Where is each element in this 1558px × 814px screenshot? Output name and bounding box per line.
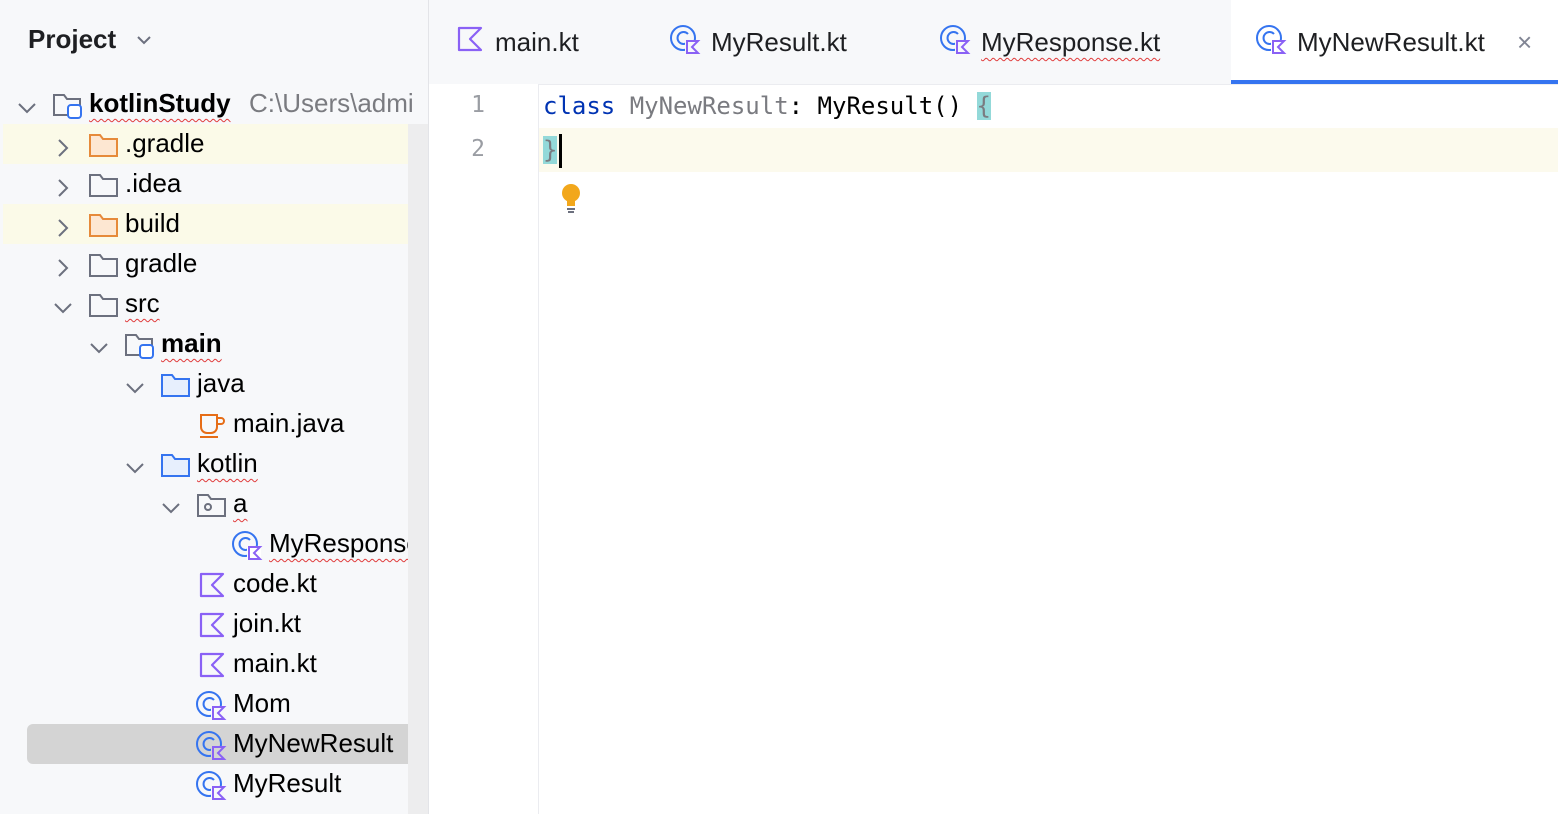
tree-item-build[interactable]: build xyxy=(3,204,408,244)
tree-item-label: src xyxy=(125,288,160,318)
class-name: MyNewResult xyxy=(629,92,789,120)
tab-label: MyResponse.kt xyxy=(981,27,1161,57)
lightbulb-icon[interactable] xyxy=(560,182,582,219)
tab-mynewresult-kt[interactable]: MyNewResult.kt × xyxy=(1231,0,1558,84)
source-folder-icon xyxy=(159,450,193,487)
tab-label: main.kt xyxy=(495,27,579,57)
tree-item-path: C:\Users\admi xyxy=(249,88,414,118)
java-file-icon xyxy=(197,410,227,447)
tree-item-java[interactable]: java xyxy=(3,364,408,404)
chevron-down-icon[interactable] xyxy=(53,294,73,325)
chevron-down-icon[interactable] xyxy=(125,454,145,485)
tree-item-myresult[interactable]: MyResult xyxy=(3,764,408,804)
tree-item-main-java[interactable]: main.java xyxy=(3,404,408,444)
tree-item-label: MyResponse xyxy=(269,528,421,558)
tree-item-mom[interactable]: Mom xyxy=(3,684,408,724)
chevron-right-icon[interactable] xyxy=(53,254,73,285)
tab-label: MyResult.kt xyxy=(711,27,847,57)
line-number: 1 xyxy=(471,92,485,118)
chevron-right-icon[interactable] xyxy=(53,134,73,165)
tab-myresult-kt[interactable]: MyResult.kt xyxy=(649,0,919,84)
kotlin-class-icon xyxy=(669,24,701,61)
tree-item-label: .idea xyxy=(125,168,182,198)
brace-open: { xyxy=(976,92,991,120)
tree-item-code-kt[interactable]: code.kt xyxy=(3,564,408,604)
folder-icon xyxy=(87,250,121,287)
kotlin-file-icon xyxy=(197,570,227,607)
tree-item-label: code.kt xyxy=(233,568,317,598)
project-panel-title[interactable]: Project xyxy=(28,24,116,55)
kotlin-file-icon xyxy=(197,650,227,687)
tree-item-kotlin[interactable]: kotlin xyxy=(3,444,408,484)
folder-icon xyxy=(87,290,121,327)
kotlin-class-icon xyxy=(1255,24,1287,61)
project-panel: Project kotlinStudy C:\Users\admi .gradl… xyxy=(0,0,429,814)
tree-item-mynewresult[interactable]: MyNewResult xyxy=(27,724,417,764)
chevron-down-icon[interactable] xyxy=(125,374,145,405)
kotlin-class-icon xyxy=(939,24,971,61)
chevron-down-icon[interactable] xyxy=(161,494,181,525)
package-icon xyxy=(195,490,229,527)
tree-item-kotlinstudy[interactable]: kotlinStudy C:\Users\admi xyxy=(3,84,414,127)
tree-item-label: MyNewResult xyxy=(233,728,394,758)
tree-item-gradle[interactable]: gradle xyxy=(3,244,408,284)
project-panel-header: Project xyxy=(0,0,428,84)
tree-item-label: join.kt xyxy=(233,608,301,638)
tree-item-package-a[interactable]: a xyxy=(3,484,408,524)
module-folder-icon xyxy=(51,90,85,127)
tree-item-label: java xyxy=(197,368,245,398)
text-caret xyxy=(559,134,562,168)
editor-tab-bar: main.kt MyResult.kt MyResponse.kt MyNewR… xyxy=(429,0,1558,85)
tree-item-label: a xyxy=(233,488,248,518)
line-number-gutter[interactable]: 1 2 xyxy=(429,84,539,814)
folder-icon xyxy=(87,170,121,207)
module-folder-icon xyxy=(123,330,157,367)
tree-item-label: build xyxy=(125,208,180,238)
project-panel-scrollbar[interactable] xyxy=(408,124,428,814)
brace-close: } xyxy=(543,136,558,164)
excluded-folder-icon xyxy=(87,130,121,167)
keyword-class: class xyxy=(543,92,616,120)
tree-item-src[interactable]: src xyxy=(3,284,408,324)
tree-item-label: main.java xyxy=(233,408,345,438)
line-number: 2 xyxy=(471,136,485,162)
tree-item-label: gradle xyxy=(125,248,198,278)
tree-item-label: MyResult xyxy=(233,768,342,798)
source-folder-icon xyxy=(159,370,193,407)
superclass-call: : MyResult() xyxy=(788,92,977,120)
tree-item-myresponse[interactable]: MyResponse xyxy=(3,524,421,564)
tree-item-label: kotlin xyxy=(197,448,258,478)
tree-item-label: main xyxy=(161,328,222,358)
tab-main-kt[interactable]: main.kt xyxy=(429,0,649,84)
tree-item-label: Mom xyxy=(233,688,291,718)
tree-item-join-kt[interactable]: join.kt xyxy=(3,604,408,644)
close-icon[interactable]: × xyxy=(1517,27,1532,58)
tree-item-label: .gradle xyxy=(125,128,205,158)
kotlin-class-icon xyxy=(195,770,227,809)
tab-myresponse-kt[interactable]: MyResponse.kt xyxy=(919,0,1229,84)
code-line-2: } xyxy=(543,128,558,172)
chevron-right-icon[interactable] xyxy=(53,174,73,205)
chevron-right-icon[interactable] xyxy=(53,214,73,245)
tree-item-main-kt[interactable]: main.kt xyxy=(3,644,408,684)
tree-item-label: kotlinStudy xyxy=(89,88,231,118)
tab-label: MyNewResult.kt xyxy=(1297,27,1485,57)
code-editor[interactable]: class MyNewResult: MyResult() { } xyxy=(543,84,1543,814)
tree-item-idea[interactable]: .idea xyxy=(3,164,408,204)
tree-item-label: main.kt xyxy=(233,648,317,678)
chevron-down-icon[interactable] xyxy=(134,30,154,55)
chevron-down-icon[interactable] xyxy=(89,334,109,365)
tree-item-main[interactable]: main xyxy=(3,324,408,364)
code-line-1: class MyNewResult: MyResult() { xyxy=(543,84,991,128)
tree-item-dot-gradle[interactable]: .gradle xyxy=(3,124,408,164)
excluded-folder-icon xyxy=(87,210,121,247)
kotlin-file-icon xyxy=(197,610,227,647)
kotlin-file-icon xyxy=(455,24,485,59)
chevron-down-icon[interactable] xyxy=(17,94,37,125)
